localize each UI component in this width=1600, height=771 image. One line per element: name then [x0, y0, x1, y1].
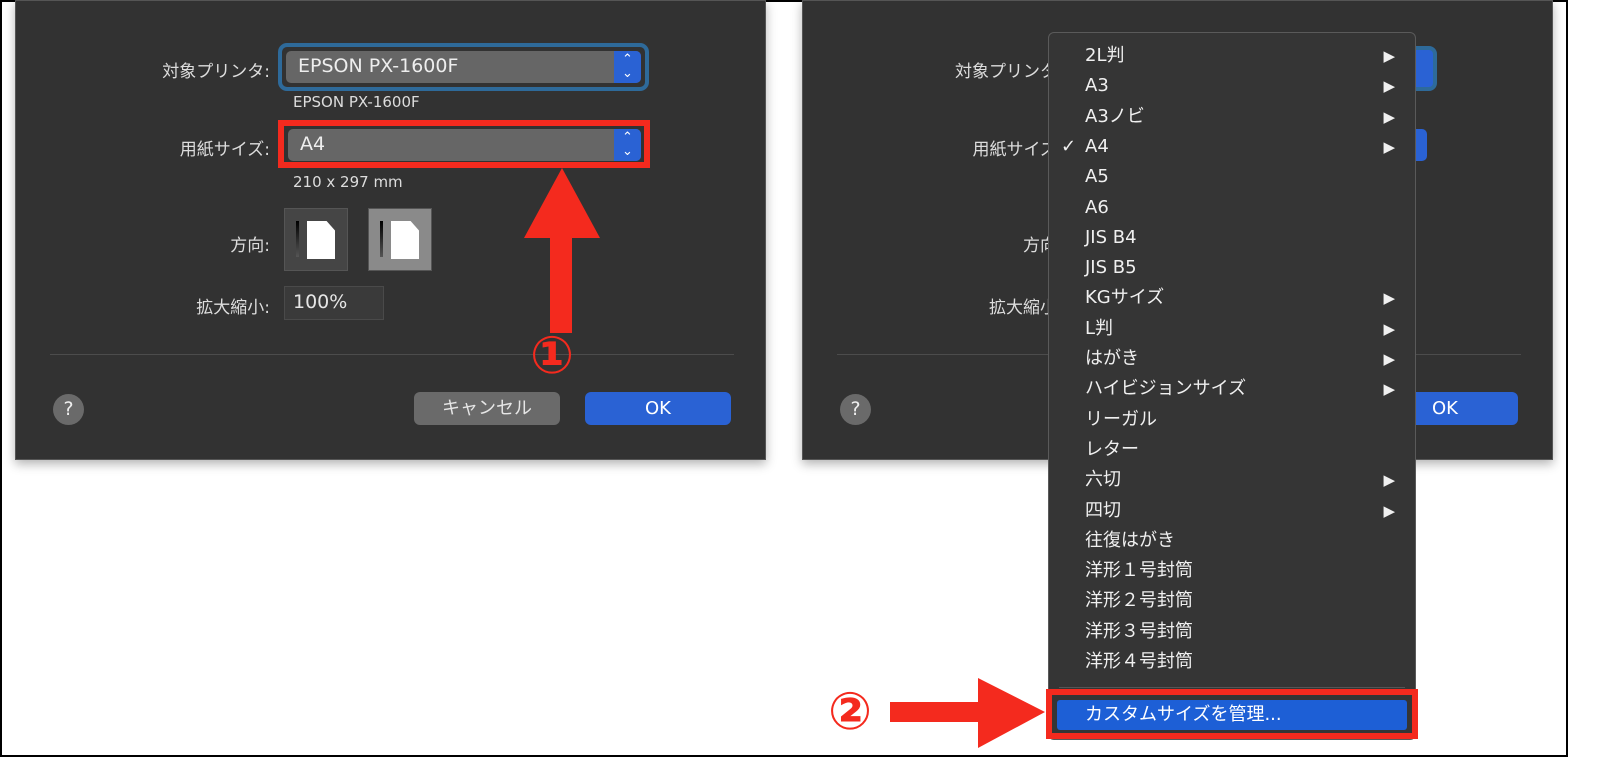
menu-item[interactable]: 六切 ▶ [1049, 465, 1415, 495]
submenu-arrow-icon: ▶ [1383, 77, 1395, 96]
red-arrow-up [524, 168, 600, 333]
menu-item[interactable]: リーガル [1049, 405, 1415, 435]
portrait-button[interactable] [284, 208, 348, 271]
menu-item[interactable]: A5 [1049, 162, 1415, 192]
submenu-arrow-icon: ▶ [1383, 107, 1395, 126]
menu-item[interactable]: JIS B4 [1049, 223, 1415, 253]
menu-item[interactable]: 洋形４号封筒 [1049, 647, 1415, 677]
highlight-box-custom [1046, 689, 1418, 739]
menu-item-label: JIS B4 [1085, 226, 1137, 248]
menu-item-label: はがき [1085, 348, 1139, 369]
step1-marker: ① [530, 326, 575, 386]
submenu-arrow-icon: ▶ [1383, 319, 1395, 338]
red-arrow-right [890, 678, 1045, 748]
paper-size-menu: カスタムサイズを管理... 2L判 ▶ A3 ▶ A3ノビ ▶ ✓ A4 ▶ A5 A6 JIS B4… [1048, 32, 1416, 740]
submenu-arrow-icon: ▶ [1383, 47, 1395, 65]
submenu-arrow-icon: ▶ [1383, 501, 1395, 520]
menu-item-label: レター [1085, 438, 1139, 460]
paper-size-label: 用紙サイズ: [179, 140, 270, 160]
paper-size-label: 用紙サイズ [972, 140, 1058, 160]
menu-item[interactable]: ハイビジョンサイズ ▶ [1049, 374, 1415, 404]
menu-item-label: 洋形３号封筒 [1085, 620, 1193, 642]
menu-item[interactable]: ✓ A4 ▶ [1049, 132, 1415, 162]
menu-item[interactable]: 四切 ▶ [1049, 496, 1415, 526]
portrait-page-icon [307, 221, 335, 259]
page-setup-dialog: 対象プリンタ: EPSON PX-1600F ⌃ ⌄ EPSON PX-1600F … [15, 0, 766, 460]
orientation-label: 方向: [230, 236, 270, 256]
menu-item-label: A4 [1085, 135, 1109, 157]
menu-item-label: A6 [1085, 196, 1109, 218]
menu-item-label: ハイビジョンサイズ [1085, 378, 1247, 400]
menu-item-label: A3ノビ [1085, 105, 1145, 127]
menu-item-label: 四切 [1085, 499, 1121, 521]
menu-item[interactable]: 洋形１号封筒 [1049, 556, 1415, 586]
arrow-up-icon [380, 221, 383, 257]
menu-item-label: 往復はがき [1085, 529, 1175, 551]
menu-item[interactable]: はがき ▶ [1049, 344, 1415, 374]
menu-item[interactable]: A6 [1049, 193, 1415, 223]
menu-item-label: KGサイズ [1085, 287, 1165, 309]
menu-item[interactable]: 2L判 ▶ [1049, 41, 1415, 71]
menu-item-label: 洋形１号封筒 [1085, 560, 1193, 582]
menu-item[interactable]: 往復はがき [1049, 526, 1415, 556]
menu-item-label: JIS B5 [1085, 257, 1137, 279]
menu-item-label: 洋形４号封筒 [1085, 651, 1193, 672]
menu-item[interactable]: 洋形３号封筒 [1049, 617, 1415, 647]
cancel-button[interactable]: キャンセル [414, 392, 560, 425]
printer-value: EPSON PX-1600F [298, 55, 459, 77]
menu-item-label: 2L判 [1085, 45, 1125, 66]
submenu-arrow-icon: ▶ [1383, 350, 1395, 368]
highlight-box-paper-size [278, 120, 650, 168]
checkmark-icon: ✓ [1061, 135, 1077, 157]
ok-button[interactable]: OK [585, 392, 731, 425]
printer-select[interactable]: EPSON PX-1600F ⌃ ⌄ [286, 51, 641, 83]
menu-item[interactable]: A3 ▶ [1049, 71, 1415, 101]
menu-item-label: 洋形２号封筒 [1085, 590, 1193, 612]
landscape-button[interactable] [368, 208, 432, 271]
scale-input[interactable]: 100% [284, 286, 384, 320]
menu-item[interactable]: L判 ▶ [1049, 314, 1415, 344]
step2-marker: ② [828, 682, 873, 742]
menu-item[interactable]: レター [1049, 435, 1415, 465]
help-button[interactable]: ? [840, 394, 871, 425]
submenu-arrow-icon: ▶ [1383, 471, 1395, 490]
menu-item-label: L判 [1085, 317, 1114, 339]
printer-sub: EPSON PX-1600F [293, 93, 420, 111]
menu-item[interactable]: JIS B5 [1049, 253, 1415, 283]
submenu-arrow-icon: ▶ [1383, 137, 1395, 156]
menu-item-label: 六切 [1085, 469, 1121, 491]
menu-item-label: A3 [1085, 75, 1109, 97]
divider [50, 354, 734, 355]
stepper-icon: ⌃ ⌄ [614, 51, 641, 83]
submenu-arrow-icon: ▶ [1383, 289, 1395, 308]
printer-label: 対象プリンタ [955, 62, 1057, 82]
paper-dims: 210 x 297 mm [293, 173, 403, 191]
scale-label: 拡大縮小 [989, 298, 1057, 318]
menu-item-label: A5 [1085, 166, 1109, 188]
printer-label: 対象プリンタ: [162, 62, 270, 82]
menu-item-label: リーガル [1085, 408, 1157, 430]
arrow-up-icon [296, 221, 299, 257]
menu-item[interactable]: KGサイズ ▶ [1049, 283, 1415, 313]
help-button[interactable]: ? [53, 394, 84, 425]
submenu-arrow-icon: ▶ [1383, 380, 1395, 399]
menu-item[interactable]: 洋形２号封筒 [1049, 586, 1415, 616]
landscape-page-icon [391, 221, 419, 259]
menu-separator [1059, 687, 1405, 688]
scale-label: 拡大縮小: [196, 298, 270, 318]
menu-item[interactable]: A3ノビ ▶ [1049, 102, 1415, 132]
